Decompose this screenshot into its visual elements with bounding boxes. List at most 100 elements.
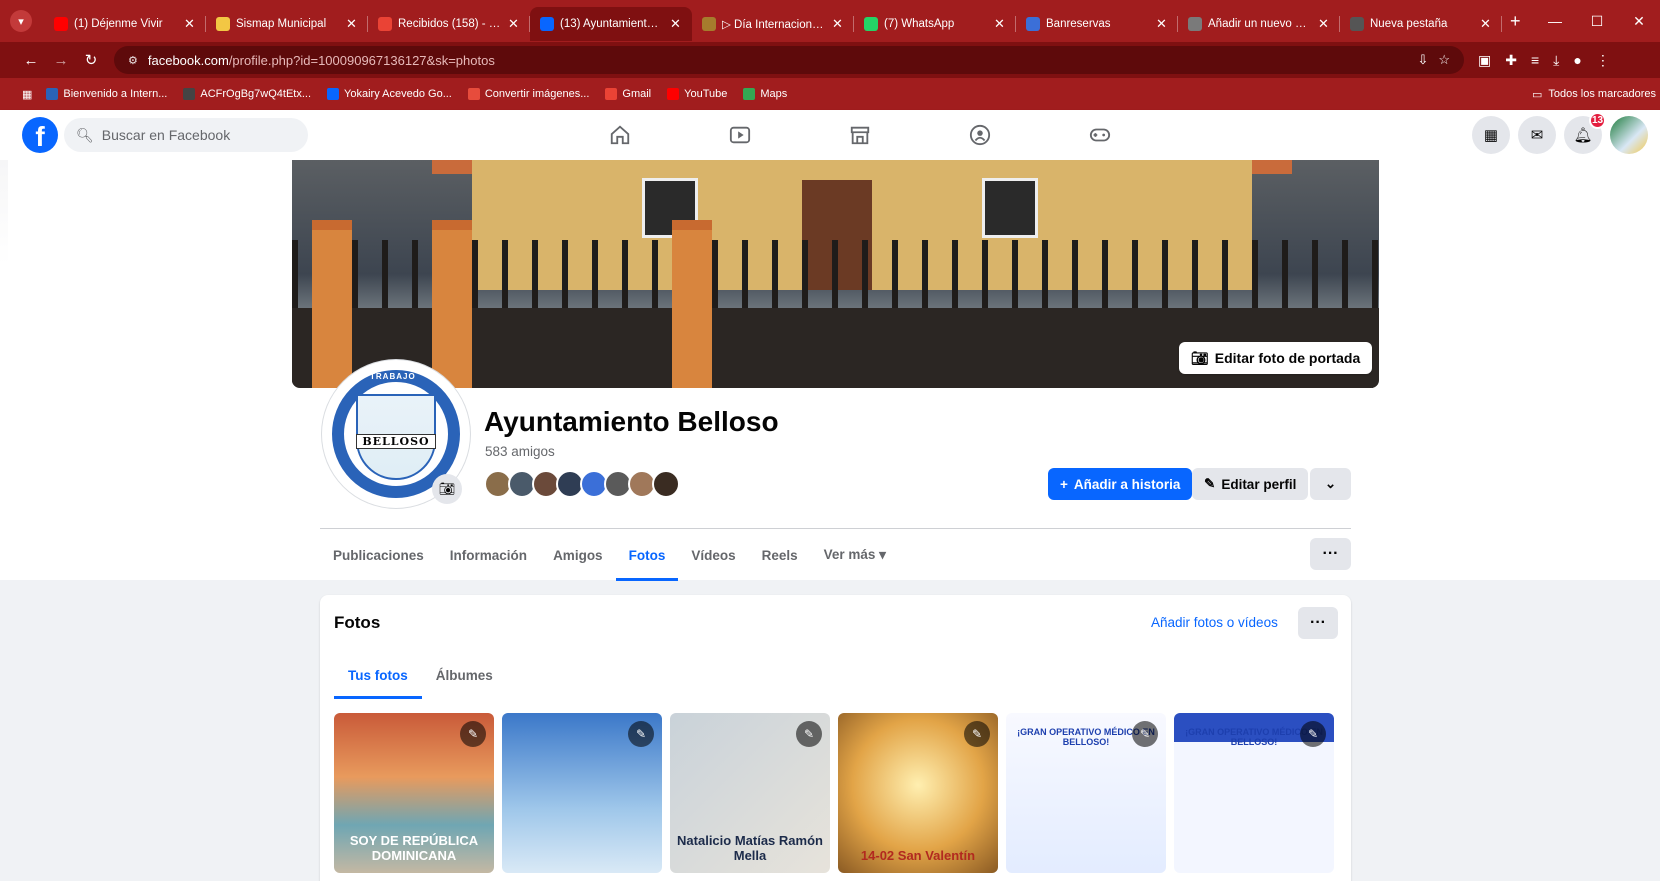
- groups-icon[interactable]: [920, 110, 1040, 160]
- tab-close-icon[interactable]: ✕: [1318, 16, 1330, 32]
- tab-label: Añadir un nuevo arch: [1208, 18, 1312, 30]
- bookmark-item[interactable]: Gmail: [605, 88, 651, 100]
- tab-close-icon[interactable]: ✕: [1480, 16, 1492, 32]
- browser-tab[interactable]: Añadir un nuevo arch ✕: [1178, 7, 1340, 41]
- tab-close-icon[interactable]: ✕: [670, 16, 682, 32]
- browser-tab[interactable]: (1) Déjenme Vivir ✕: [44, 7, 206, 41]
- bookmark-item[interactable]: ACFrOgBg7wQ4tEtx...: [183, 88, 311, 100]
- reading-list-icon[interactable]: ≡: [1531, 52, 1539, 69]
- tab-close-icon[interactable]: ✕: [1156, 16, 1168, 32]
- photo-thumbnail[interactable]: ¡GRAN OPERATIVO MÉDICO EN BELLOSO! ✎: [1006, 713, 1166, 873]
- marketplace-icon[interactable]: [800, 110, 920, 160]
- url-bar[interactable]: ⚙ facebook.com/profile.php?id=1000909671…: [114, 46, 1464, 74]
- friends-count[interactable]: 583 amigos: [485, 444, 555, 459]
- tab-close-icon[interactable]: ✕: [994, 16, 1006, 32]
- home-icon[interactable]: [560, 110, 680, 160]
- minimize-icon[interactable]: —: [1534, 13, 1576, 29]
- extension-icon[interactable]: ▣: [1478, 52, 1491, 69]
- menu-grid-icon[interactable]: ▦: [1472, 116, 1510, 154]
- puzzle-icon[interactable]: ✚: [1505, 52, 1517, 69]
- browser-tab[interactable]: Banreservas ✕: [1016, 7, 1178, 41]
- edit-photo-pencil-icon[interactable]: ✎: [460, 721, 486, 747]
- messenger-icon[interactable]: ✉: [1518, 116, 1556, 154]
- bookmark-star-icon[interactable]: ☆: [1438, 52, 1450, 68]
- maximize-icon[interactable]: ☐: [1576, 13, 1618, 30]
- browser-tab[interactable]: Nueva pestaña ✕: [1340, 7, 1502, 41]
- main-nav: [560, 110, 1160, 160]
- friend-avatars[interactable]: [484, 470, 680, 498]
- browser-tab[interactable]: (13) Ayuntamiento Be ✕: [530, 7, 692, 41]
- search-input[interactable]: 🔍︎ Buscar en Facebook: [64, 118, 308, 152]
- new-tab-button[interactable]: +: [1510, 11, 1521, 32]
- photos-tab[interactable]: Álbumes: [422, 651, 507, 699]
- edit-cover-button[interactable]: 📷︎ Editar foto de portada: [1179, 342, 1373, 374]
- notifications-bell-icon[interactable]: 🔔︎ 13: [1564, 112, 1606, 154]
- add-photos-link[interactable]: Añadir fotos o vídeos: [1151, 615, 1278, 630]
- tab-close-icon[interactable]: ✕: [184, 16, 196, 32]
- photo-thumbnail[interactable]: Natalicio Matías Ramón Mella ✎: [670, 713, 830, 873]
- edit-photo-pencil-icon[interactable]: ✎: [964, 721, 990, 747]
- install-icon[interactable]: ⇩: [1417, 52, 1428, 68]
- profile-tab[interactable]: Publicaciones: [320, 529, 437, 581]
- photos-tab[interactable]: Tus fotos: [334, 651, 422, 699]
- bookmark-item[interactable]: YouTube: [667, 88, 727, 100]
- profile-tab[interactable]: Ver más ▾: [811, 529, 899, 581]
- tab-separator: [1501, 16, 1502, 32]
- gaming-icon[interactable]: [1040, 110, 1160, 160]
- tab-label: Sismap Municipal: [236, 18, 327, 30]
- close-window-icon[interactable]: ✕: [1618, 13, 1660, 30]
- browser-tab[interactable]: (7) WhatsApp ✕: [854, 7, 1016, 41]
- facebook-logo-icon[interactable]: f: [22, 117, 58, 153]
- browser-tab[interactable]: ▷ Día Internacional p ✕: [692, 7, 854, 41]
- profile-tabs-more-button[interactable]: ···: [1310, 538, 1351, 570]
- tab-favicon-icon: [864, 17, 878, 31]
- update-picture-camera-icon[interactable]: 📷︎: [432, 474, 462, 504]
- bookmark-favicon-icon: [605, 88, 618, 100]
- profile-tab[interactable]: Información: [437, 529, 540, 581]
- friend-avatar[interactable]: [652, 470, 680, 498]
- bookmark-label: Bienvenido a Intern...: [63, 88, 168, 100]
- add-story-label: Añadir a historia: [1073, 476, 1181, 492]
- tab-search-icon[interactable]: ▾: [10, 10, 32, 32]
- site-info-icon[interactable]: ⚙: [128, 54, 138, 67]
- photo-thumbnail[interactable]: 14-02 San Valentín ✎: [838, 713, 998, 873]
- back-icon[interactable]: ←: [16, 52, 46, 69]
- menu-dots-icon[interactable]: ⋮: [1596, 52, 1610, 69]
- browser-tab[interactable]: Sismap Municipal ✕: [206, 7, 368, 41]
- bookmark-item[interactable]: Bienvenido a Intern...: [46, 88, 167, 100]
- bookmark-item[interactable]: Yokairy Acevedo Go...: [327, 88, 452, 100]
- edit-photo-pencil-icon[interactable]: ✎: [796, 721, 822, 747]
- tab-close-icon[interactable]: ✕: [508, 16, 520, 32]
- edit-photo-pencil-icon[interactable]: ✎: [1132, 721, 1158, 747]
- profile-tab[interactable]: Reels: [749, 529, 811, 581]
- reload-icon[interactable]: ↻: [76, 51, 106, 69]
- bookmark-item[interactable]: Maps: [743, 88, 787, 100]
- photos-more-button[interactable]: ···: [1298, 607, 1338, 639]
- edit-profile-button[interactable]: ✎ Editar perfil: [1192, 468, 1309, 500]
- browser-tab[interactable]: Recibidos (158) - ayu ✕: [368, 7, 530, 41]
- profile-tab[interactable]: Fotos: [615, 529, 679, 581]
- bookmark-item[interactable]: Convertir imágenes...: [467, 88, 589, 100]
- tab-close-icon[interactable]: ✕: [832, 16, 844, 32]
- bookmark-favicon-icon: [183, 88, 196, 100]
- apps-grid-icon[interactable]: ▦: [22, 88, 32, 101]
- profile-more-button[interactable]: ⌄: [1310, 468, 1351, 500]
- tab-list: (1) Déjenme Vivir ✕ Sismap Municipal ✕ Recib…: [44, 1, 1502, 41]
- edit-photo-pencil-icon[interactable]: ✎: [628, 721, 654, 747]
- tab-label: (13) Ayuntamiento Be: [560, 18, 664, 30]
- account-avatar[interactable]: [1610, 116, 1648, 154]
- tab-close-icon[interactable]: ✕: [346, 16, 358, 32]
- photo-thumbnail[interactable]: SOY DE REPÚBLICA DOMINICANA ✎: [334, 713, 494, 873]
- add-story-button[interactable]: + Añadir a historia: [1048, 468, 1193, 500]
- tab-label: ▷ Día Internacional p: [722, 19, 826, 31]
- photo-thumbnail[interactable]: ✎: [502, 713, 662, 873]
- download-icon[interactable]: ⤓: [1553, 52, 1559, 69]
- all-bookmarks[interactable]: ▭ Todos los marcadores: [1532, 78, 1660, 110]
- video-icon[interactable]: [680, 110, 800, 160]
- forward-icon[interactable]: →: [46, 52, 76, 69]
- profile-icon[interactable]: ●: [1573, 52, 1581, 69]
- edit-photo-pencil-icon[interactable]: ✎: [1300, 721, 1326, 747]
- photo-thumbnail[interactable]: ¡GRAN OPERATIVO MÉDICO EN BELLOSO! ✎: [1174, 713, 1334, 873]
- profile-tab[interactable]: Vídeos: [678, 529, 748, 581]
- profile-tab[interactable]: Amigos: [540, 529, 616, 581]
